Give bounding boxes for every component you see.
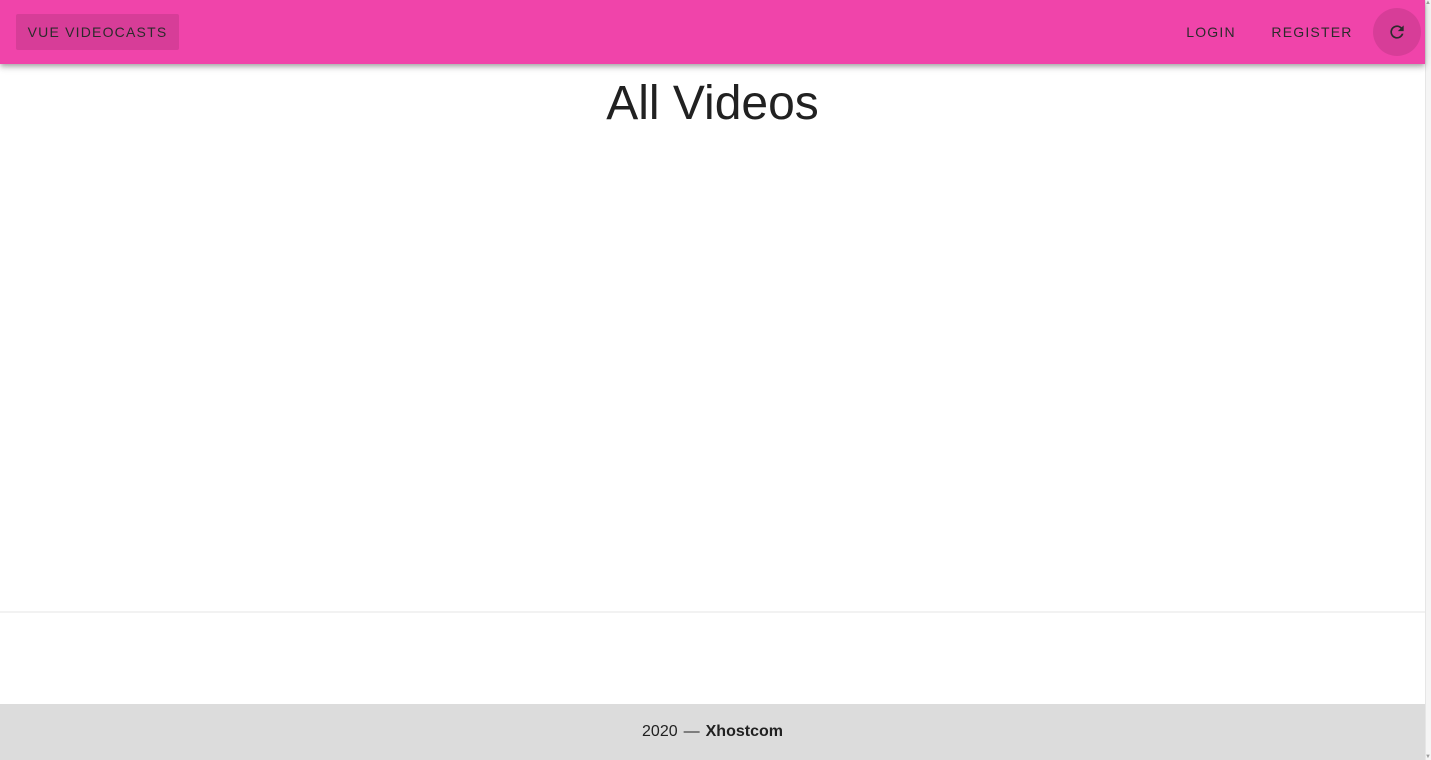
content-divider	[0, 611, 1425, 613]
vertical-scrollbar[interactable]: ▲ ▼	[1425, 0, 1431, 760]
top-toolbar: Vue Videocasts Login Register	[0, 0, 1425, 64]
scroll-up-arrow-icon[interactable]: ▲	[1425, 0, 1431, 6]
footer-year: 2020	[642, 723, 678, 740]
refresh-button[interactable]	[1373, 8, 1421, 56]
footer: 2020 — Xhostcom	[0, 704, 1425, 760]
footer-company: Xhostcom	[705, 723, 783, 740]
brand-button[interactable]: Vue Videocasts	[16, 14, 179, 50]
scroll-down-arrow-icon[interactable]: ▼	[1425, 754, 1431, 760]
app-root: Vue Videocasts Login Register All Videos…	[0, 0, 1425, 760]
register-button[interactable]: Register	[1260, 14, 1364, 50]
page-title: All Videos	[606, 77, 819, 130]
footer-separator: —	[683, 723, 700, 740]
login-button[interactable]: Login	[1172, 14, 1250, 50]
refresh-icon	[1390, 25, 1404, 39]
